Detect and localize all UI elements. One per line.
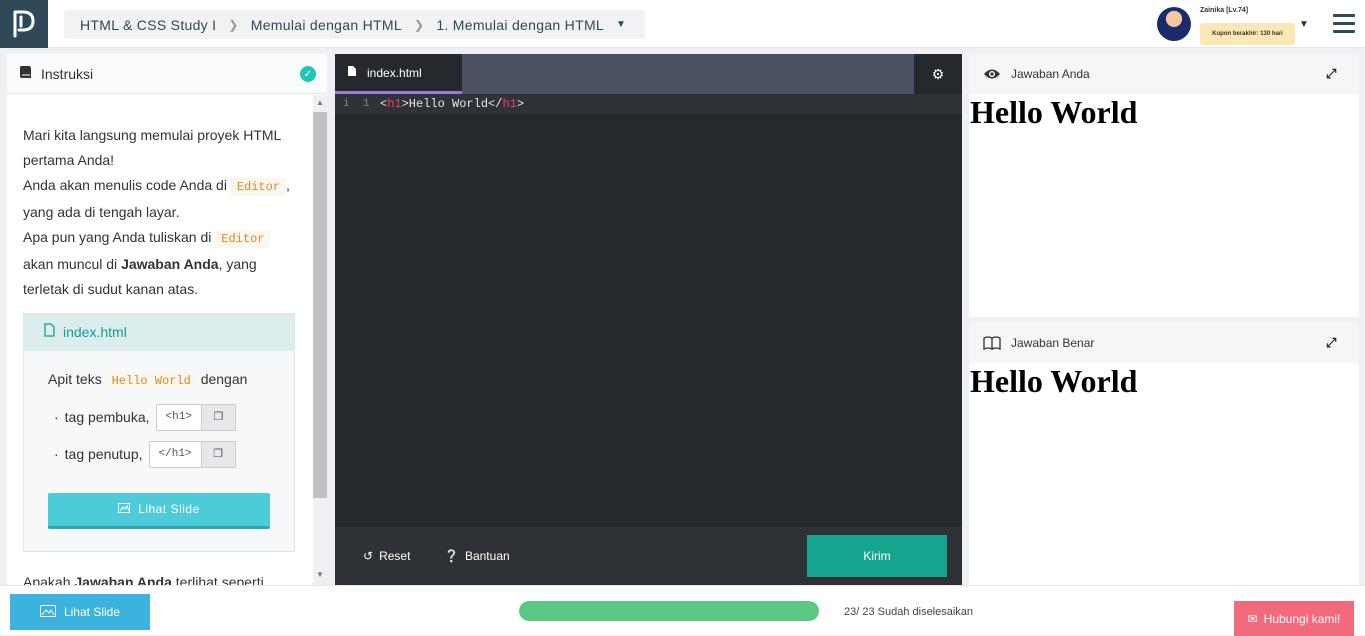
- your-answer-output: Hello World: [970, 94, 1138, 130]
- code-text[interactable]: <h1>Hello World</h1>: [375, 97, 524, 111]
- copy-icon[interactable]: ❐: [200, 405, 235, 430]
- contact-button[interactable]: ✉ Hubungi kami!: [1234, 601, 1354, 636]
- chevron-right-icon: ❯: [413, 17, 425, 32]
- open-tag-value[interactable]: <h1>: [156, 405, 201, 430]
- file-icon: [44, 320, 55, 345]
- copy-icon[interactable]: ❐: [200, 442, 235, 467]
- check-icon: ✓: [300, 66, 316, 82]
- instructions-panel: Instruksi ✓ Mari kita langsung memulai p…: [7, 54, 327, 585]
- coupon-badge: Kupon berakhir: 130 hari: [1200, 23, 1295, 45]
- editor-tab-bar: index.html ⚙: [335, 54, 962, 94]
- logo-icon: [13, 10, 35, 38]
- book-icon: [19, 65, 33, 82]
- open-tag-row: · tag pembuka, <h1> ❐: [54, 404, 270, 431]
- close-tag-box: </h1> ❐: [148, 441, 236, 468]
- close-tag-value[interactable]: </h1>: [149, 442, 201, 467]
- caret-down-icon[interactable]: ▼: [1299, 19, 1309, 30]
- progress-fill: [519, 601, 819, 621]
- line-number: i 1: [343, 98, 370, 110]
- progress-text: 23/ 23 Sudah diselesaikan: [844, 606, 974, 618]
- code-snippet: Editor: [230, 178, 287, 196]
- image-icon: [118, 497, 131, 522]
- task-box-header: index.html: [24, 314, 294, 351]
- tab-index-html[interactable]: index.html: [335, 54, 462, 94]
- correct-answer-output: Hello World: [970, 363, 1138, 399]
- view-slide-button[interactable]: Lihat Slide: [48, 493, 270, 529]
- editor-text: Anda akan menulis code Anda di Editor, y…: [23, 177, 290, 220]
- avatar[interactable]: [1157, 7, 1191, 41]
- correct-answer-header: Jawaban Benar ⤢: [969, 323, 1359, 363]
- breadcrumb-chapter[interactable]: Memulai dengan HTML: [251, 17, 402, 33]
- gear-icon[interactable]: ⚙: [914, 54, 962, 94]
- instructions-title: Instruksi: [41, 65, 94, 82]
- task-text: Apit teks Hello World dengan: [48, 371, 248, 390]
- scroll-down-icon[interactable]: ▼: [316, 570, 324, 579]
- close-tag-label: tag penutup,: [64, 446, 143, 462]
- chevron-right-icon: ❯: [228, 17, 239, 32]
- code-line[interactable]: i 1 <h1>Hello World</h1>: [335, 94, 962, 114]
- progress-bar: [519, 601, 819, 621]
- help-button[interactable]: ❔ Bantuan: [444, 549, 510, 563]
- your-answer-pane: Jawaban Anda ⤢ Hello World: [969, 54, 1359, 317]
- open-tag-label: tag pembuka,: [64, 409, 150, 425]
- progate-logo[interactable]: [0, 0, 48, 48]
- instructions-body: Mari kita langsung memulai proyek HTML p…: [7, 95, 313, 585]
- breadcrumb-lesson[interactable]: 1. Memulai dengan HTML: [436, 17, 604, 33]
- instructions-header: Instruksi ✓: [7, 54, 327, 94]
- open-tag-box: <h1> ❐: [155, 404, 236, 431]
- correct-answer-pane: Jawaban Benar ⤢ Hello World: [969, 323, 1359, 585]
- hamburger-menu-icon[interactable]: [1333, 14, 1355, 34]
- mail-icon: ✉: [1247, 611, 1258, 626]
- caret-down-icon[interactable]: ▼: [616, 19, 626, 30]
- user-name: Zainika [Lv.74]: [1200, 7, 1249, 14]
- breadcrumb-course[interactable]: HTML & CSS Study I: [80, 17, 216, 33]
- code-editor: index.html ⚙ i 1 <h1>Hello World</h1> ↺ …: [335, 54, 962, 585]
- your-answer-header: Jawaban Anda ⤢: [969, 54, 1359, 94]
- code-snippet: Hello World: [105, 372, 197, 390]
- expand-icon[interactable]: ⤢: [1326, 66, 1336, 82]
- breadcrumb: HTML & CSS Study I ❯ Memulai dengan HTML…: [64, 10, 645, 39]
- view-slide-bottom-button[interactable]: Lihat Slide: [10, 594, 150, 630]
- code-snippet: Editor: [215, 230, 271, 248]
- scrollbar-thumb[interactable]: [313, 112, 327, 498]
- answer-text: Apa pun yang Anda tuliskan di Editor aka…: [23, 225, 301, 302]
- task-box: index.html Apit teks Hello World dengan …: [23, 313, 295, 552]
- reset-icon: ↺: [363, 549, 374, 563]
- bottom-bar: Lihat Slide 23/ 23 Sudah diselesaikan ✉ …: [0, 585, 1365, 636]
- task-box-body: Apit teks Hello World dengan · tag pembu…: [24, 351, 294, 551]
- reset-button[interactable]: ↺ Reset: [363, 549, 410, 563]
- file-icon: [347, 65, 357, 80]
- open-book-icon: [983, 336, 1001, 350]
- close-tag-row: · tag penutup, </h1> ❐: [54, 441, 270, 468]
- expand-icon[interactable]: ⤢: [1326, 335, 1336, 351]
- follow-up-text: Apakah Jawaban Anda terlihat seperti: [23, 574, 264, 585]
- image-icon: [39, 604, 56, 620]
- task-file-name: index.html: [63, 324, 127, 340]
- eye-icon: [983, 68, 1001, 80]
- editor-footer: ↺ Reset ❔ Bantuan Kirim: [335, 527, 962, 585]
- question-icon: ❔: [444, 549, 459, 563]
- instructions-scrollbar[interactable]: ▲ ▼: [313, 95, 327, 585]
- top-header: HTML & CSS Study I ❯ Memulai dengan HTML…: [0, 0, 1365, 48]
- submit-button[interactable]: Kirim: [807, 535, 947, 577]
- scroll-up-icon[interactable]: ▲: [316, 98, 324, 107]
- intro-text: Mari kita langsung memulai proyek HTML p…: [23, 127, 281, 168]
